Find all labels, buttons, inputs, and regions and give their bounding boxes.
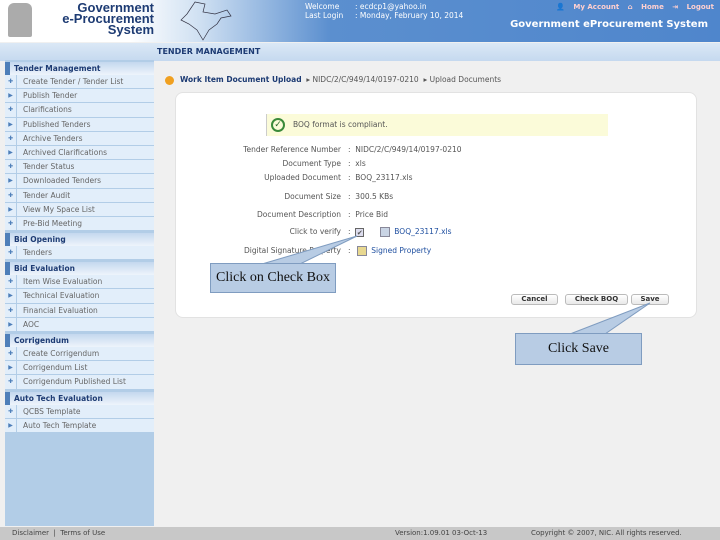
callout-save: Click Save <box>515 333 642 365</box>
footer: Disclaimer | Terms of Use Version:1.09.0… <box>0 527 720 540</box>
callout-arrows <box>261 235 651 335</box>
terms-link[interactable]: Terms of Use <box>60 529 105 537</box>
disclaimer-link[interactable]: Disclaimer <box>12 529 49 537</box>
callout-check-box: Click on Check Box <box>210 263 336 293</box>
copyright-text: Copyright © 2007, NIC. All rights reserv… <box>531 529 682 537</box>
version-text: Version:1.09.01 03-Oct-13 <box>395 529 488 537</box>
